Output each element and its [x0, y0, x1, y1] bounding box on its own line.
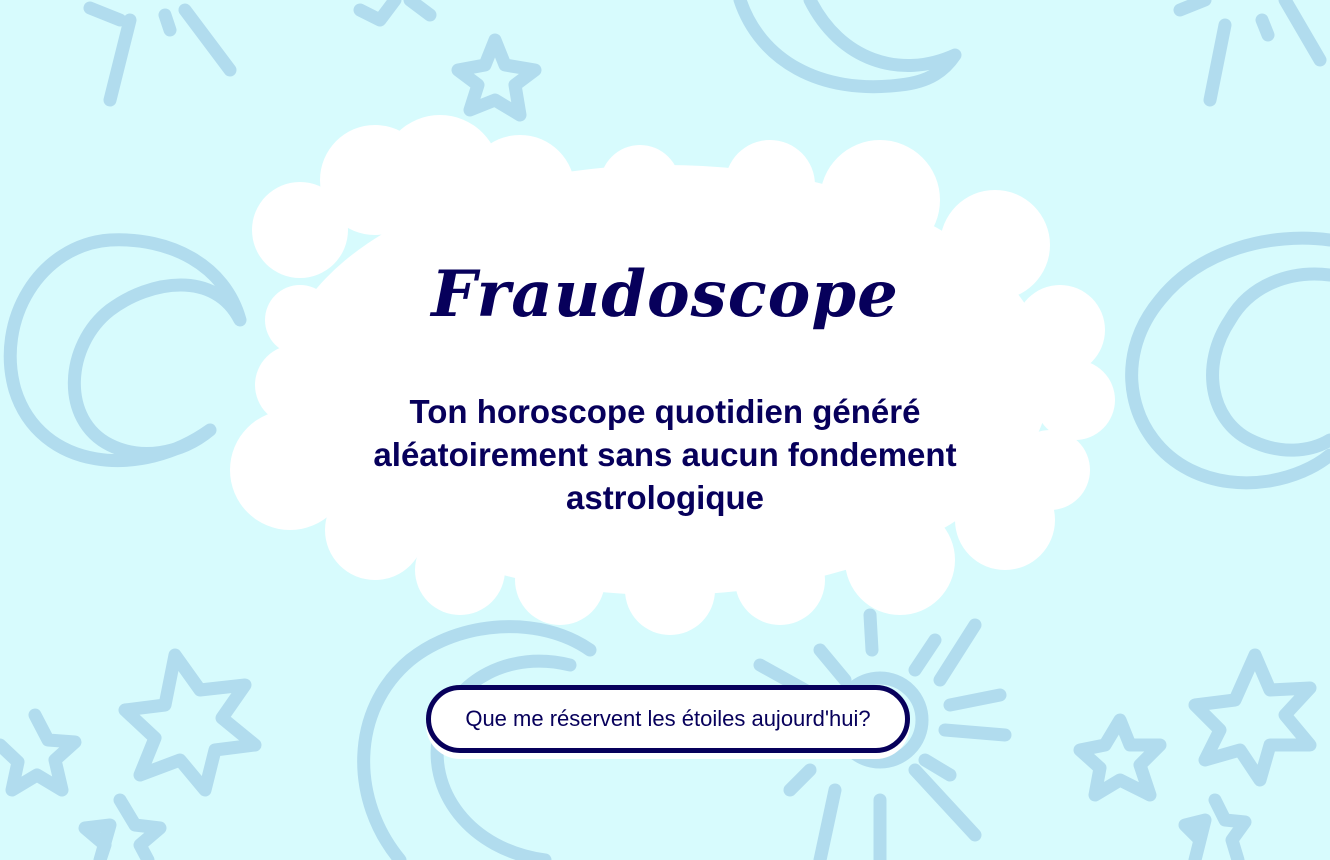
- app-tagline: Ton horoscope quotidien généré aléatoire…: [373, 393, 957, 516]
- reveal-horoscope-button[interactable]: Que me réservent les étoiles aujourd'hui…: [426, 685, 910, 753]
- app-title: Fraudoscope: [431, 257, 899, 332]
